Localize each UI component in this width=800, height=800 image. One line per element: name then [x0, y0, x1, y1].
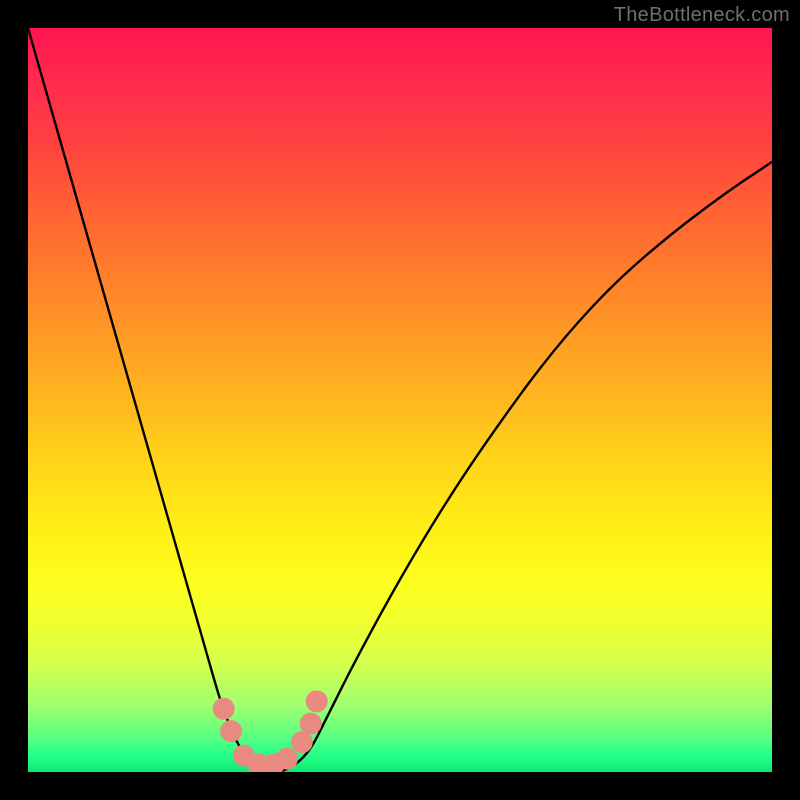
- highlight-dot: [300, 713, 322, 735]
- bottleneck-curve-svg: [28, 28, 772, 772]
- chart-area: [28, 28, 772, 772]
- highlight-dot: [213, 698, 235, 720]
- highlight-dot: [306, 690, 328, 712]
- highlight-dot: [220, 720, 242, 742]
- highlight-dot: [276, 748, 298, 770]
- bottleneck-curve-path: [28, 28, 772, 772]
- highlight-markers: [213, 690, 328, 772]
- watermark-text: TheBottleneck.com: [614, 4, 790, 27]
